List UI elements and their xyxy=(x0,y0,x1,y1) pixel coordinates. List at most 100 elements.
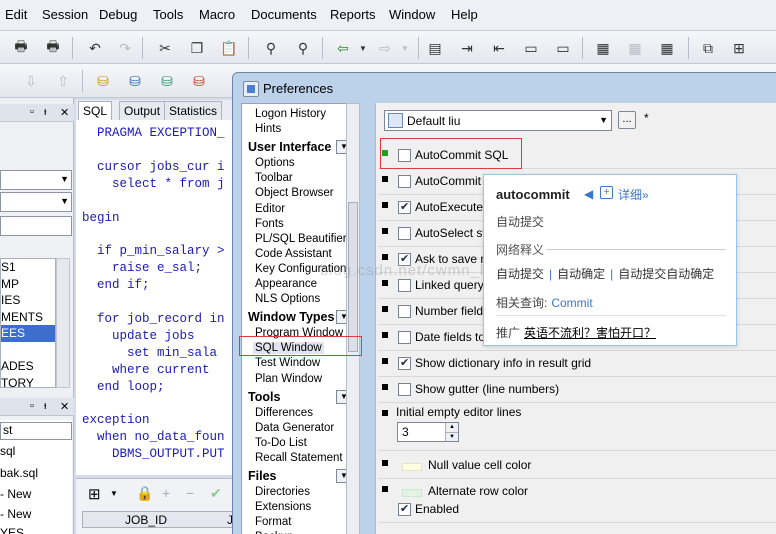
menu-documents[interactable]: Documents xyxy=(251,7,317,22)
option-checkbox[interactable] xyxy=(398,356,411,370)
list-item[interactable]: MENTS xyxy=(1,309,55,326)
redo-icon[interactable]: ↷ xyxy=(114,37,136,59)
option-checkbox[interactable] xyxy=(398,175,411,188)
list-item[interactable]: MP xyxy=(1,276,55,293)
menu-edit[interactable]: Edit xyxy=(5,7,27,22)
tree-item[interactable]: To-Do List xyxy=(255,437,307,449)
list-item[interactable]: TORY xyxy=(1,375,55,392)
option-checkbox[interactable] xyxy=(398,331,411,344)
upload-icon[interactable]: ⇧ xyxy=(52,70,74,92)
tree-item[interactable]: Logon History xyxy=(255,108,326,120)
promo-link[interactable]: 英语不流利？害怕开口？ xyxy=(524,326,656,340)
speaker-icon[interactable]: ◀ xyxy=(584,187,593,201)
back-dropdown-icon[interactable]: ▼ xyxy=(352,37,374,59)
forward-icon[interactable]: ⇨ xyxy=(374,37,396,59)
option-checkbox[interactable] xyxy=(398,383,411,396)
file-item[interactable]: YES xyxy=(0,526,24,534)
spin-down-icon[interactable]: ▼ xyxy=(445,432,458,441)
add-word-icon[interactable]: + xyxy=(600,186,613,199)
details-link[interactable]: 详细» xyxy=(618,186,649,203)
panel-window-icon[interactable]: ▫ xyxy=(30,106,34,118)
filter-field[interactable]: st xyxy=(0,422,72,440)
tree-item[interactable]: Recall Statement xyxy=(255,452,343,464)
menu-tools[interactable]: Tools xyxy=(153,7,183,22)
find-icon[interactable]: ⚲ xyxy=(260,37,282,59)
list-item[interactable] xyxy=(1,342,55,359)
tree-item[interactable]: Code Assistant xyxy=(255,248,332,260)
tree-item[interactable]: Data Generator xyxy=(255,422,334,434)
uncomment-icon[interactable]: ▭ xyxy=(552,37,574,59)
tree-category[interactable]: User Interface ▼ xyxy=(248,140,352,155)
window-cascade-icon[interactable]: ▦ xyxy=(656,37,678,59)
close-icon[interactable]: ✕ xyxy=(60,400,69,413)
tree-item[interactable]: Directories xyxy=(255,486,310,498)
related-link[interactable]: Commit xyxy=(551,296,592,310)
option-checkbox[interactable] xyxy=(398,227,411,240)
menu-window[interactable]: Window xyxy=(389,7,435,22)
sql-database-icon[interactable]: ⛁ xyxy=(124,70,146,92)
pin-icon[interactable]: ᵻ xyxy=(44,400,46,412)
print-icon[interactable]: 🖶 xyxy=(10,37,32,59)
option-checkbox[interactable] xyxy=(398,279,411,292)
document-icon[interactable]: ▤ xyxy=(424,37,446,59)
tree-category[interactable]: Tools ▼ xyxy=(248,389,352,404)
tree-item[interactable]: Hints xyxy=(255,123,281,135)
menu-debug[interactable]: Debug xyxy=(99,7,137,22)
option-checkbox[interactable] xyxy=(398,305,411,318)
database-rollback-icon[interactable]: ⛁ xyxy=(188,70,210,92)
option-checkbox[interactable] xyxy=(398,200,411,214)
list-item[interactable]: S1 xyxy=(1,259,55,276)
window-list-icon[interactable]: ▦ xyxy=(592,37,614,59)
file-item[interactable]: - New xyxy=(0,487,31,501)
print-preview-icon[interactable]: 🖶 xyxy=(42,37,64,59)
cut-icon[interactable]: ✂ xyxy=(154,37,176,59)
grid-column-header[interactable]: JOB_ID xyxy=(125,513,167,527)
menu-help[interactable]: Help xyxy=(451,7,478,22)
tree-item[interactable]: NLS Options xyxy=(255,293,320,305)
copy-icon[interactable]: ❐ xyxy=(186,37,208,59)
list-item[interactable]: IES xyxy=(1,292,55,309)
delete-row-icon[interactable]: − xyxy=(186,485,194,501)
file-item[interactable]: - New xyxy=(0,507,31,521)
tree-item[interactable]: Editor xyxy=(255,203,285,215)
menu-reports[interactable]: Reports xyxy=(330,7,376,22)
object-filter-combo[interactable]: ▼ xyxy=(0,192,72,212)
tree-item[interactable]: Object Browser xyxy=(255,187,334,199)
post-icon[interactable]: ✔ xyxy=(210,485,222,502)
comment-icon[interactable]: ▭ xyxy=(520,37,542,59)
object-search-field[interactable] xyxy=(0,216,72,236)
unindent-icon[interactable]: ⇤ xyxy=(488,37,510,59)
object-list-scrollbar[interactable] xyxy=(56,258,70,388)
tree-category[interactable]: Window Types ▼ xyxy=(248,310,352,325)
spin-up-icon[interactable]: ▲ xyxy=(445,423,458,432)
grid-layout-icon[interactable]: ⊞ xyxy=(728,37,750,59)
tree-item[interactable]: Appearance xyxy=(255,278,317,290)
undo-icon[interactable]: ↶ xyxy=(84,37,106,59)
tree-item[interactable]: Test Window xyxy=(255,357,320,369)
panel-window-icon[interactable]: ▫ xyxy=(30,400,34,412)
database-commit-icon[interactable]: ⛁ xyxy=(156,70,178,92)
find-replace-icon[interactable]: ⚲ xyxy=(292,37,314,59)
download-icon[interactable]: ⇩ xyxy=(20,70,42,92)
tree-item[interactable]: Differences xyxy=(255,407,313,419)
tree-item[interactable]: PL/SQL Beautifier xyxy=(255,233,347,245)
lock-icon[interactable]: 🔒 xyxy=(136,485,153,502)
null-color-swatch[interactable] xyxy=(402,463,422,471)
grid-icon[interactable]: ⊞ xyxy=(88,485,101,503)
tree-category[interactable]: Files ▼ xyxy=(248,469,352,483)
paste-icon[interactable]: 📋 xyxy=(218,37,240,59)
menu-macro[interactable]: Macro xyxy=(199,7,235,22)
pin-icon[interactable]: ᵻ xyxy=(44,106,46,118)
list-item-selected[interactable]: EES xyxy=(1,325,55,342)
tree-item[interactable]: Toolbar xyxy=(255,172,293,184)
window-tile-icon[interactable]: ▦ xyxy=(624,37,646,59)
tab-output[interactable]: Output xyxy=(119,101,166,120)
tree-item[interactable]: Options xyxy=(255,157,295,169)
file-item[interactable]: sql xyxy=(0,444,15,458)
tree-item[interactable]: Fonts xyxy=(255,218,284,230)
object-type-combo[interactable]: ▼ xyxy=(0,170,72,190)
sql-editor[interactable]: PRAGMA EXCEPTION_ cursor jobs_cur i sele… xyxy=(76,120,246,475)
profile-combo[interactable]: Default liu ▼ xyxy=(384,110,612,131)
database-connect-icon[interactable]: ⛁ xyxy=(92,70,114,92)
tree-scrollbar[interactable] xyxy=(346,103,360,534)
